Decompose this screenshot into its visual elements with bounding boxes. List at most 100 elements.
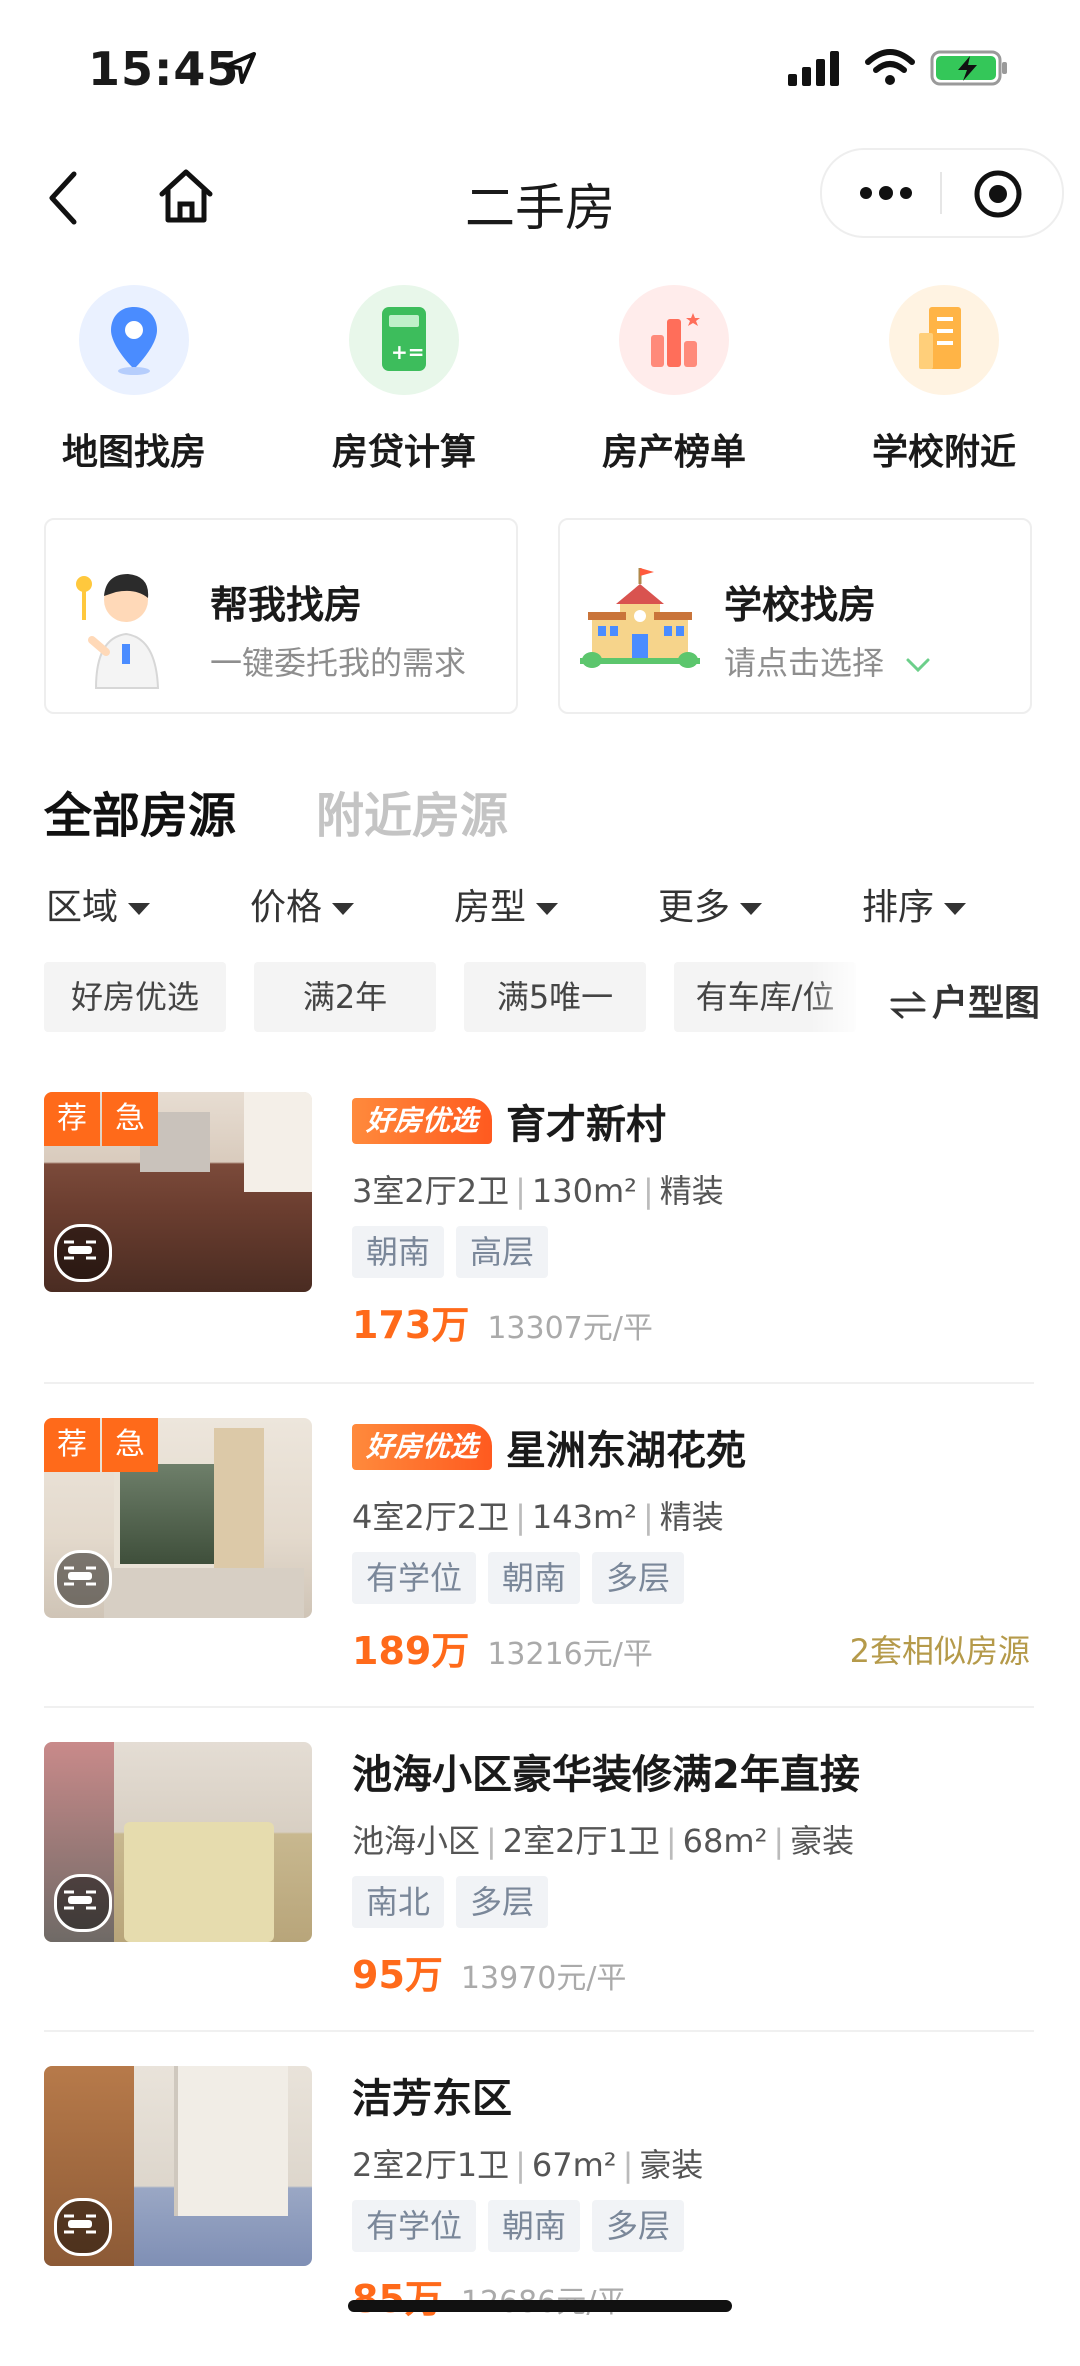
vr-drone-icon xyxy=(54,1550,112,1608)
card-title: 学校找房 xyxy=(724,583,877,627)
listing-photo: 荐 急 xyxy=(44,1418,312,1618)
filter-room-type[interactable]: 房型 xyxy=(454,878,559,930)
chip-good-house[interactable]: 好房优选 xyxy=(44,962,226,1032)
listing-meta: 2室2厅1卫 | 67m² | 豪装 xyxy=(352,2146,704,2184)
price-row: 173万 13307元/平 xyxy=(352,1294,1042,1347)
quick-entry-ranking[interactable]: 房产榜单 xyxy=(574,285,774,475)
caret-down-icon xyxy=(128,903,151,915)
help-find-house-card[interactable]: 帮我找房 一键委托我的需求 xyxy=(44,518,518,714)
capsule-divider xyxy=(940,172,942,214)
chip-over-5-only[interactable]: 满5唯一 xyxy=(464,962,646,1032)
close-target-icon[interactable] xyxy=(972,168,1024,220)
swap-arrows-icon xyxy=(890,991,926,1019)
listing-meta: 4室2厅2卫 | 143m² | 精装 xyxy=(352,1498,724,1536)
status-bar: 15:45 xyxy=(0,0,1080,140)
calculator-icon: += xyxy=(382,307,426,371)
feature-tag: 有学位 xyxy=(352,1552,477,1604)
status-time: 15:45 xyxy=(88,42,240,96)
recommend-badge: 荐 xyxy=(44,1418,100,1472)
listing-info: 好房优选 育才新村 3室2厅2卫 | 130m² | 精装 朝南 高层 173万 13307元… xyxy=(352,1092,1042,1347)
room-layout: 4室2厅2卫 xyxy=(352,1498,510,1536)
listing-title: 育才新村 xyxy=(506,1102,667,1148)
listing-info: 洁芳东区 2室2厅1卫|67m²|豪装 有学位朝南多层 85万12686元/平 xyxy=(352,2066,1042,2321)
feature-tag: 朝南 xyxy=(488,1552,581,1604)
recommend-badge: 荐 xyxy=(44,1092,100,1146)
listing-photo xyxy=(44,2066,312,2266)
listing-item[interactable]: 荐 急 好房优选 星洲东湖花苑 4室2厅2卫 | 143m² | 精装 有学位 朝南 多层 1… xyxy=(44,1418,1034,1718)
svg-text:+=: += xyxy=(391,340,425,364)
feature-tag: 有学位 xyxy=(352,2200,477,2252)
quick-entry-school[interactable]: 学校附近 xyxy=(844,285,1044,475)
unit-price: 13970元/平 xyxy=(460,1961,627,1996)
quick-entry-label: 房产榜单 xyxy=(601,432,746,473)
feature-tag: 朝南 xyxy=(352,1226,445,1278)
agent-avatar-icon xyxy=(76,574,160,689)
listing-title: 洁芳东区 xyxy=(352,2076,512,2122)
area: 130m² xyxy=(531,1172,637,1210)
card-subtitle-text: 请点击选择 xyxy=(724,644,885,682)
filter-label: 价格 xyxy=(250,887,323,928)
floor-plan-label: 户型图 xyxy=(932,983,1041,1024)
filter-area[interactable]: 区域 xyxy=(46,878,151,930)
feature-tag: 高层 xyxy=(456,1226,549,1278)
decoration: 豪装 xyxy=(790,1822,855,1860)
total-price: 173万 xyxy=(352,1303,470,1347)
quick-entry-map[interactable]: 地图找房 xyxy=(34,285,234,475)
urgent-badge: 急 xyxy=(102,1092,158,1146)
home-indicator[interactable] xyxy=(348,2300,732,2312)
tab-nearby-listings[interactable]: 附近房源 xyxy=(316,776,508,846)
community-name: 池海小区 xyxy=(352,1822,481,1860)
filter-label: 房型 xyxy=(454,887,527,928)
room-layout: 3室2厅2卫 xyxy=(352,1172,510,1210)
vr-drone-icon xyxy=(54,2198,112,2256)
quick-entry-mortgage[interactable]: += 房贷计算 xyxy=(304,285,504,475)
school-find-house-card[interactable]: 学校找房 请点击选择 xyxy=(558,518,1032,714)
chip-over-2-years[interactable]: 满2年 xyxy=(254,962,436,1032)
quick-entry-label: 房贷计算 xyxy=(331,432,476,473)
decoration: 豪装 xyxy=(639,2146,704,2184)
total-price: 95万 xyxy=(352,1953,443,1997)
total-price: 189万 xyxy=(352,1629,470,1673)
nav-bar: 二手房 xyxy=(0,148,1080,248)
card-subtitle: 一键委托我的需求 xyxy=(210,644,467,682)
more-dots-icon[interactable] xyxy=(858,176,914,210)
school-building-icon xyxy=(580,568,700,668)
price-row: 189万 13216元/平 2套相似房源 xyxy=(352,1620,1042,1673)
card-subtitle: 请点击选择 xyxy=(724,638,932,684)
listing-tags: 有学位 朝南 多层 xyxy=(352,2200,1042,2252)
floor-plan-link[interactable]: 户型图 xyxy=(890,974,1040,1026)
filter-label: 区域 xyxy=(46,887,119,928)
location-arrow-icon xyxy=(224,52,256,84)
listing-item[interactable]: 荐 急 好房优选 育才新村 3室2厅2卫 | 130m² | 精装 朝南 高层 173万 13… xyxy=(44,1092,1034,1392)
price-row: 85万12686元/平 xyxy=(352,2268,1042,2321)
similar-listings-link[interactable]: 2套相似房源 xyxy=(850,1626,1030,1672)
feature-tag: 朝南 xyxy=(488,2200,581,2252)
filter-more[interactable]: 更多 xyxy=(658,878,763,930)
listing-item[interactable]: 洁芳东区 2室2厅1卫|67m²|豪装 有学位朝南多层 85万12686元/平 xyxy=(44,2066,1034,2366)
mini-program-capsule xyxy=(820,148,1064,238)
area: 68m² xyxy=(682,1822,768,1860)
building-icon xyxy=(919,307,961,369)
filter-price[interactable]: 价格 xyxy=(250,878,355,930)
wifi-icon xyxy=(865,49,915,85)
decoration: 精装 xyxy=(659,1498,724,1536)
listing-tags: 朝南 高层 xyxy=(352,1226,1042,1278)
total-price: 85万 xyxy=(352,2277,443,2321)
price-row: 95万 13970元/平 xyxy=(352,1944,1042,1997)
quick-entry-label: 地图找房 xyxy=(61,432,206,473)
feature-tag: 多层 xyxy=(592,1552,685,1604)
quick-entries: 地图找房 += 房贷计算 房产榜单 学校附近 xyxy=(0,285,1080,475)
map-pin-icon xyxy=(111,307,157,375)
listing-title: 星洲东湖花苑 xyxy=(506,1428,747,1474)
caret-down-icon xyxy=(944,903,967,915)
caret-down-icon xyxy=(740,903,763,915)
listing-item[interactable]: 池海小区豪华装修满2年直接 池海小区 | 2室2厅1卫 | 68m² | 豪装 南北 多层 9… xyxy=(44,1742,1034,2042)
cellular-signal-icon xyxy=(788,51,839,86)
filter-sort[interactable]: 排序 xyxy=(862,878,967,930)
feature-tag: 多层 xyxy=(456,1876,549,1928)
tab-all-listings[interactable]: 全部房源 xyxy=(44,776,236,846)
urgent-badge: 急 xyxy=(102,1418,158,1472)
listing-info: 好房优选 星洲东湖花苑 4室2厅2卫 | 143m² | 精装 有学位 朝南 多层 189万 1… xyxy=(352,1418,1042,1673)
divider xyxy=(44,1706,1034,1708)
filter-label: 排序 xyxy=(862,887,935,928)
